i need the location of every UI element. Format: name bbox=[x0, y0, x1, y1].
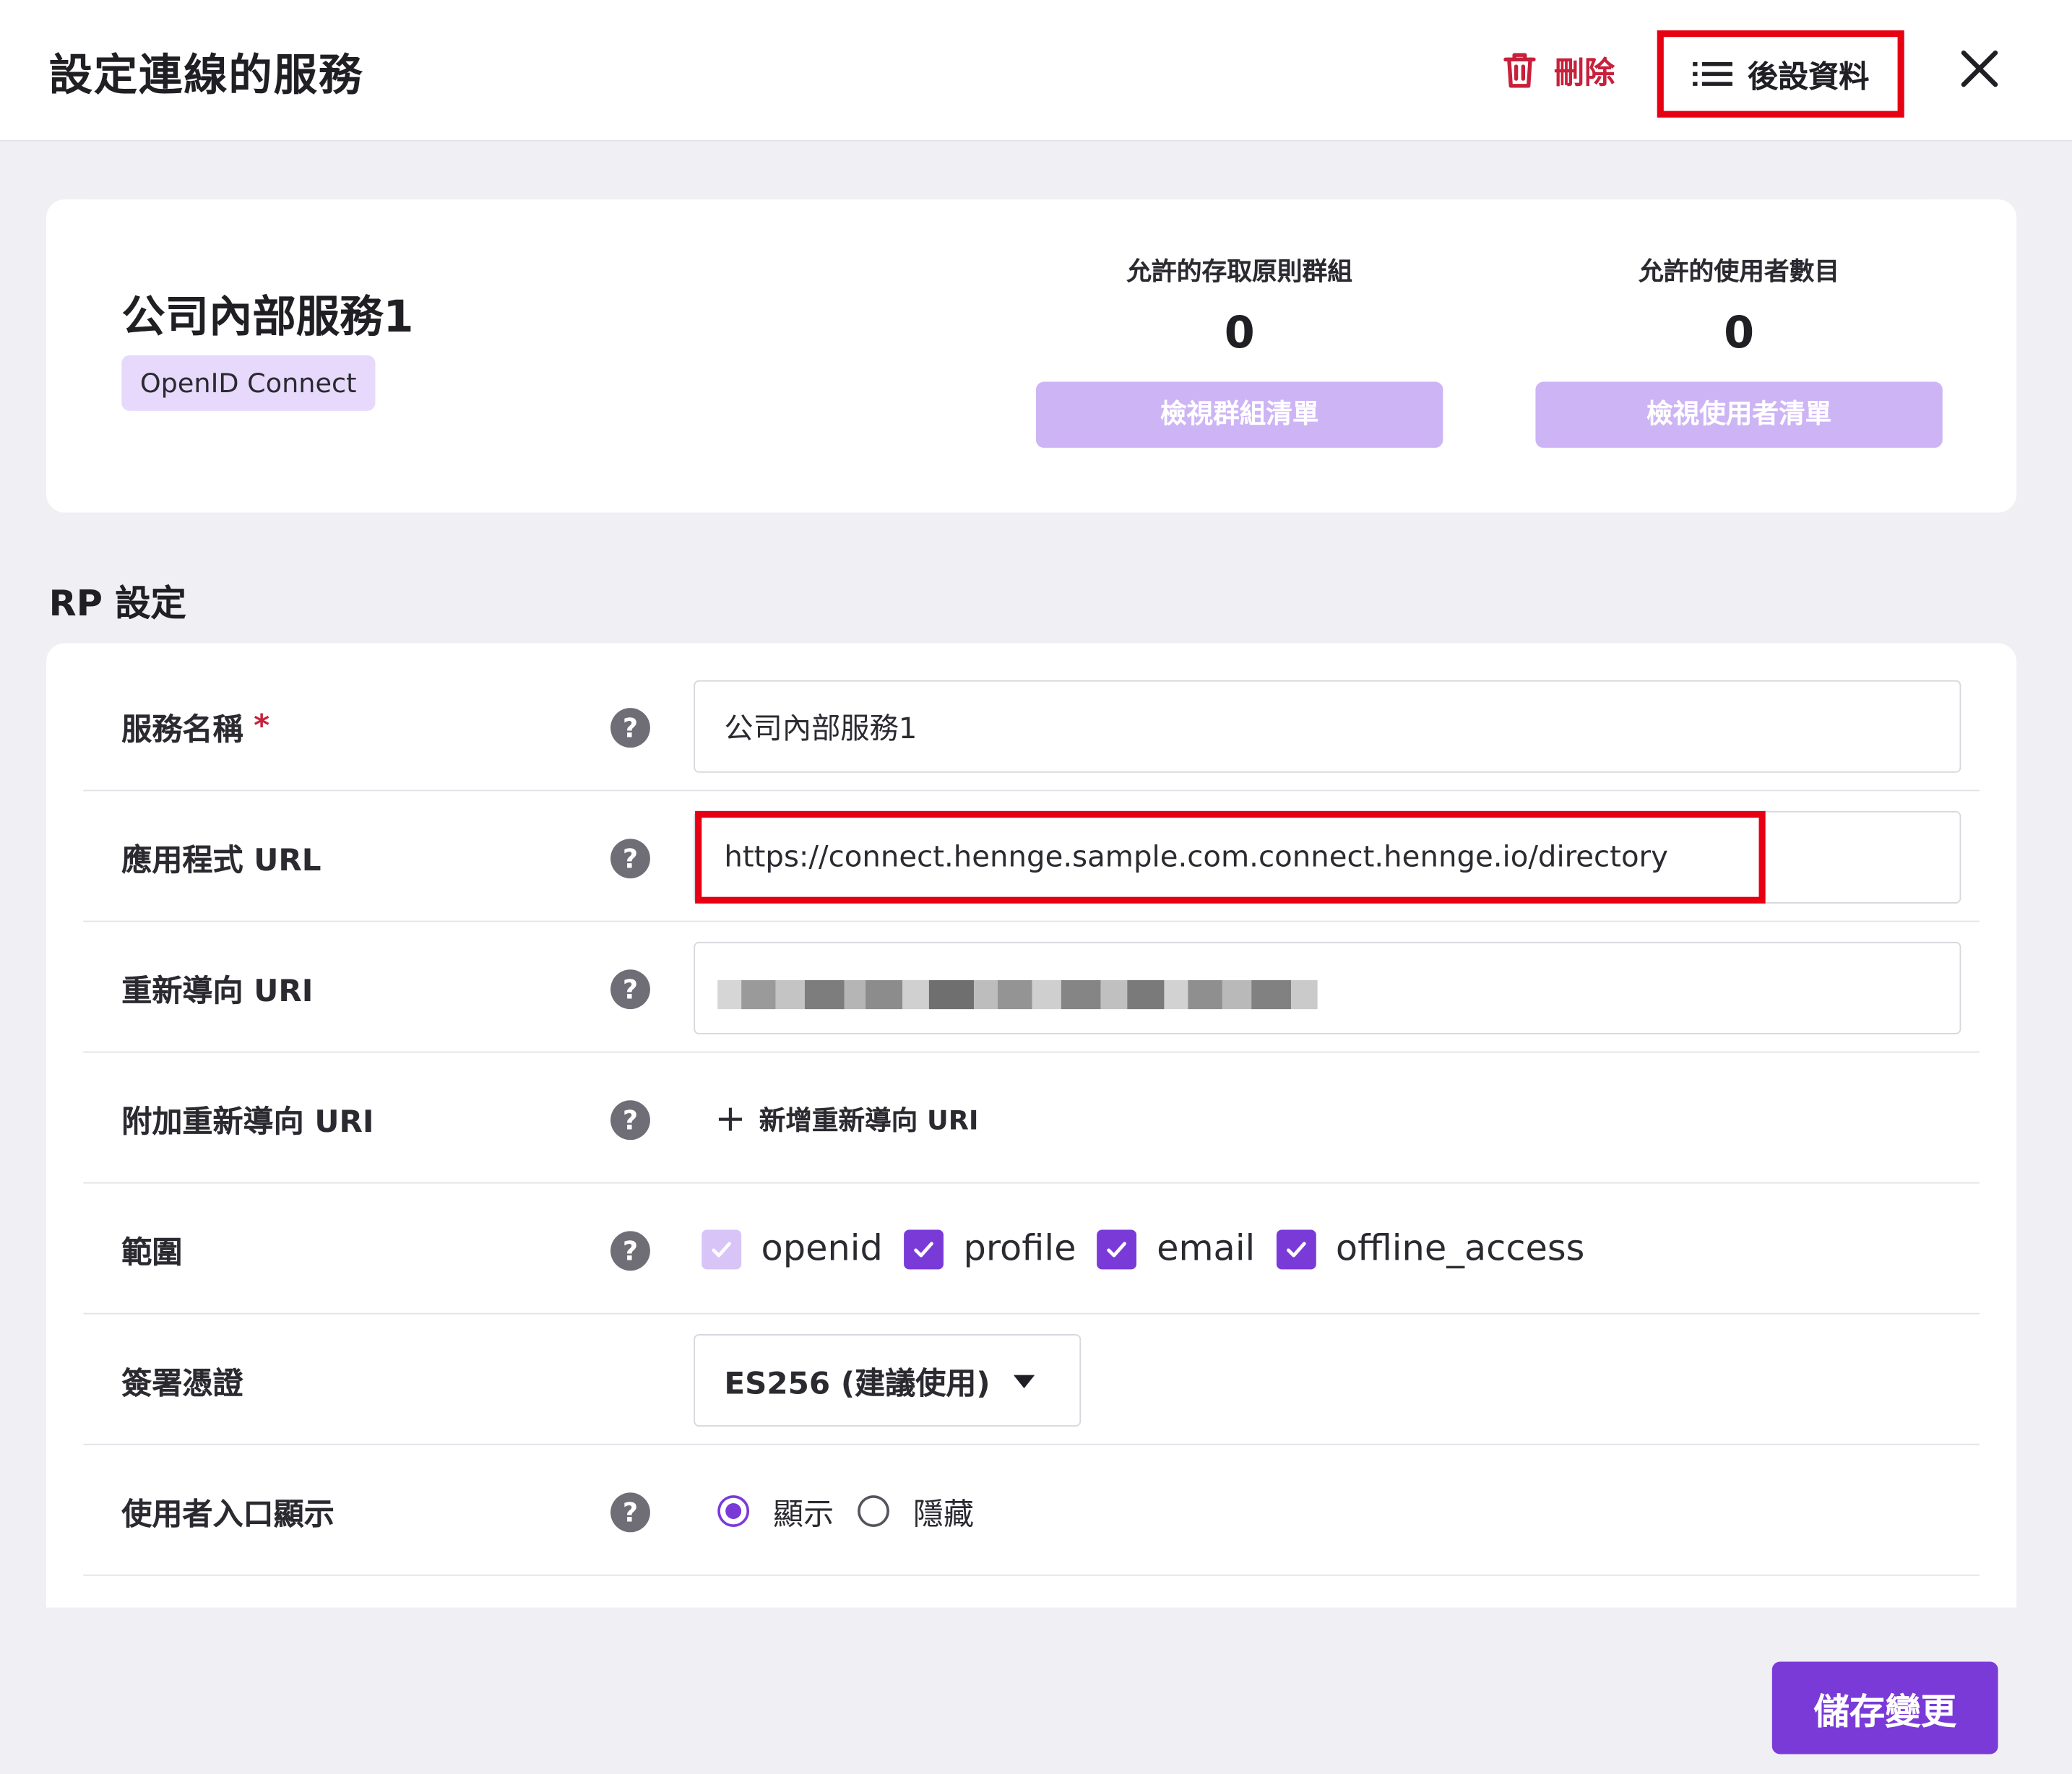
redirect-uri-row: 重新導向 URI ? bbox=[83, 922, 1980, 1053]
checkbox-checked bbox=[1097, 1229, 1137, 1269]
portal-display-radio-group: 顯示 隱藏 bbox=[717, 1445, 998, 1576]
view-users-button[interactable]: 檢視使用者清單 bbox=[1535, 381, 1943, 448]
check-icon bbox=[712, 1241, 732, 1257]
signing-cert-label: 簽署憑證 bbox=[121, 1366, 243, 1401]
redirect-uri-label: 重新導向 URI bbox=[121, 974, 314, 1009]
help-icon[interactable]: ? bbox=[610, 1492, 650, 1533]
groups-stat: 允許的存取原則群組 0 檢視群組清單 bbox=[1036, 252, 1443, 448]
extra-redirect-label: 附加重新導向 URI bbox=[121, 1104, 374, 1140]
app-url-input[interactable] bbox=[694, 810, 1961, 904]
delete-button[interactable]: 刪除 bbox=[1498, 45, 1615, 95]
portal-display-label: 使用者入口顯示 bbox=[121, 1497, 334, 1532]
check-icon bbox=[914, 1241, 933, 1257]
dialog: 設定連線的服務 刪除 後設資料 公司內部服務1 OpenID Connect 允… bbox=[0, 0, 2072, 1774]
service-name-label-text: 服務名稱 bbox=[121, 712, 243, 748]
delete-label: 刪除 bbox=[1554, 56, 1615, 92]
dialog-header: 設定連線的服務 刪除 後設資料 bbox=[0, 0, 2072, 142]
help-icon[interactable]: ? bbox=[610, 969, 650, 1010]
radio-show-label: 顯示 bbox=[773, 1497, 834, 1532]
protocol-badge: OpenID Connect bbox=[121, 355, 376, 411]
scope-label-openid: openid bbox=[761, 1228, 883, 1270]
add-redirect-uri-label: 新增重新導向 URI bbox=[759, 1104, 979, 1136]
add-redirect-uri-button[interactable]: + 新增重新導向 URI bbox=[715, 1052, 979, 1183]
rp-section-title: RP 設定 bbox=[48, 584, 186, 625]
groups-stat-label: 允許的存取原則群組 bbox=[1126, 257, 1353, 287]
required-mark: * bbox=[254, 709, 270, 743]
radio-hide-label: 隱藏 bbox=[912, 1497, 975, 1532]
metadata-label: 後設資料 bbox=[1747, 61, 1870, 95]
users-stat-label: 允許的使用者數目 bbox=[1639, 257, 1840, 287]
page-title: 設定連線的服務 bbox=[48, 48, 364, 100]
checkbox-checked-disabled bbox=[702, 1229, 742, 1269]
radio-unselected bbox=[858, 1494, 889, 1527]
scope-checkbox-group: openid profile email offline_access bbox=[702, 1184, 1605, 1315]
service-name-label: 服務名稱 * bbox=[121, 660, 269, 791]
scope-label-profile: profile bbox=[963, 1228, 1076, 1270]
help-icon[interactable]: ? bbox=[610, 839, 650, 879]
scope-profile[interactable]: profile bbox=[904, 1228, 1076, 1270]
metadata-button[interactable]: 後設資料 bbox=[1657, 30, 1904, 118]
service-name-heading: 公司內部服務1 bbox=[121, 290, 414, 342]
users-stat-value: 0 bbox=[1724, 306, 1755, 358]
app-url-label: 應用程式 URL bbox=[121, 843, 321, 878]
radio-hide[interactable]: 隱藏 bbox=[858, 1488, 974, 1533]
app-url-row: 應用程式 URL ? bbox=[83, 791, 1980, 922]
checkbox-checked bbox=[1276, 1229, 1316, 1269]
groups-stat-value: 0 bbox=[1224, 306, 1255, 358]
scope-label-email: email bbox=[1157, 1228, 1256, 1270]
close-icon[interactable] bbox=[1956, 45, 2003, 92]
help-icon[interactable]: ? bbox=[610, 1100, 650, 1141]
service-name-row: 服務名稱 * ? bbox=[83, 660, 1980, 792]
signing-cert-row: 簽署憑證 ES256 (建議使用) bbox=[83, 1315, 1980, 1445]
scope-label: 範圍 bbox=[121, 1235, 183, 1271]
rp-settings-card: 服務名稱 * ? 應用程式 URL ? 重新導向 URI ? bbox=[46, 643, 2017, 1608]
trash-icon bbox=[1503, 53, 1536, 88]
redacted-value bbox=[717, 968, 1325, 1021]
caret-down-icon bbox=[1013, 1375, 1035, 1388]
view-groups-button[interactable]: 檢視群組清單 bbox=[1036, 381, 1443, 448]
service-name-input[interactable] bbox=[694, 680, 1961, 773]
help-icon[interactable]: ? bbox=[610, 1231, 650, 1271]
scope-email[interactable]: email bbox=[1097, 1228, 1256, 1270]
check-icon bbox=[1286, 1241, 1306, 1257]
checkbox-checked bbox=[904, 1229, 944, 1269]
radio-selected bbox=[717, 1494, 750, 1527]
service-summary-card: 公司內部服務1 OpenID Connect 允許的存取原則群組 0 檢視群組清… bbox=[46, 199, 2017, 513]
list-icon bbox=[1692, 61, 1732, 86]
save-changes-button[interactable]: 儲存變更 bbox=[1771, 1661, 1998, 1754]
users-stat: 允許的使用者數目 0 檢視使用者清單 bbox=[1535, 252, 1943, 448]
check-icon bbox=[1107, 1241, 1127, 1257]
help-icon[interactable]: ? bbox=[610, 708, 650, 748]
scope-openid[interactable]: openid bbox=[702, 1228, 883, 1270]
radio-show[interactable]: 顯示 bbox=[717, 1488, 834, 1533]
plus-icon: + bbox=[715, 1096, 746, 1141]
portal-display-row: 使用者入口顯示 ? 顯示 隱藏 bbox=[83, 1445, 1980, 1576]
signing-cert-select[interactable]: ES256 (建議使用) bbox=[694, 1333, 1082, 1427]
scope-offline-access[interactable]: offline_access bbox=[1276, 1228, 1585, 1270]
extra-redirect-row: 附加重新導向 URI ? + 新增重新導向 URI bbox=[83, 1052, 1980, 1184]
scope-label-offline-access: offline_access bbox=[1335, 1228, 1585, 1270]
signing-cert-value: ES256 (建議使用) bbox=[724, 1367, 990, 1402]
scope-row: 範圍 ? openid profile email offline_access bbox=[83, 1184, 1980, 1315]
